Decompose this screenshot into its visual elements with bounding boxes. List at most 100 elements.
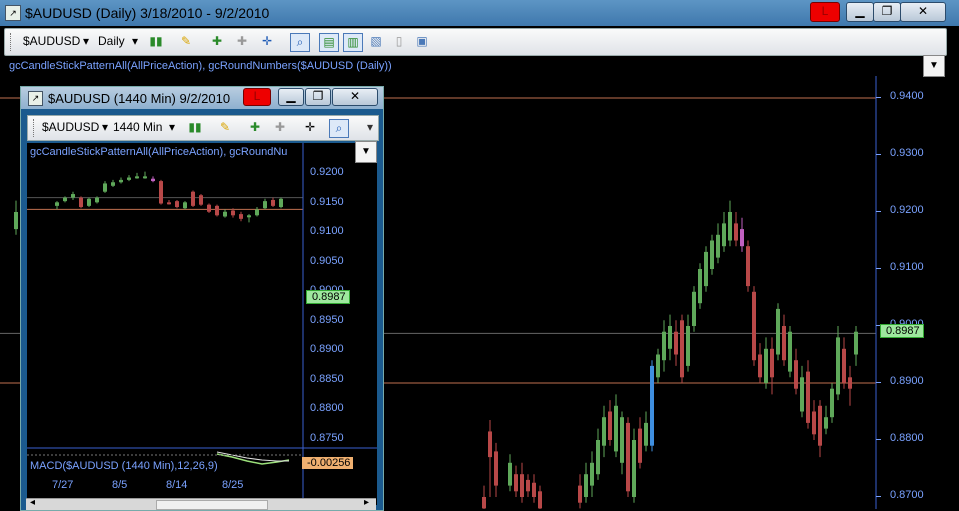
candle-body bbox=[488, 431, 492, 458]
child-candle-body bbox=[119, 179, 123, 183]
candle-body bbox=[800, 377, 804, 412]
child-candle-body bbox=[215, 205, 219, 216]
candle-body bbox=[644, 422, 648, 446]
child-price-axis-label: 0.8900 bbox=[310, 343, 344, 355]
price-axis-tick bbox=[876, 97, 881, 98]
candle-body bbox=[830, 388, 834, 418]
child-candle-body bbox=[79, 197, 83, 208]
interval-dropdown-icon[interactable]: ▾ bbox=[132, 34, 138, 48]
child-candle-body bbox=[247, 215, 251, 218]
line-style-icon[interactable]: ▧ bbox=[367, 33, 385, 50]
candle-body bbox=[656, 354, 660, 378]
child-toolbar-overflow-icon[interactable]: ▾ bbox=[361, 119, 379, 136]
candle-body bbox=[626, 422, 630, 492]
child-interval-selector[interactable]: 1440 Min bbox=[113, 120, 162, 134]
child-flag-button[interactable]: L bbox=[243, 88, 271, 106]
candle-style-icon[interactable]: ▥ bbox=[343, 33, 363, 52]
close-button[interactable]: ✕ bbox=[900, 2, 946, 22]
candle-body bbox=[638, 428, 642, 463]
child-toolbar: $AUDUSD ▾ 1440 Min ▾ ▮▮ ✎ ✚ ✚ ✛ ⌕ ▾ bbox=[27, 115, 379, 141]
candle-body bbox=[608, 411, 612, 440]
candle-body bbox=[764, 348, 768, 383]
child-toolbar-grip[interactable] bbox=[33, 119, 36, 137]
crosshair-icon[interactable]: ✛ bbox=[258, 33, 276, 50]
child-price-axis-label: 0.8750 bbox=[310, 431, 344, 444]
candle-body bbox=[848, 377, 852, 389]
child-osc-label: MACD($AUDUSD (1440 Min),12,26,9) bbox=[30, 460, 218, 472]
candle-body bbox=[818, 405, 822, 446]
candle-body bbox=[752, 291, 756, 361]
child-close-button[interactable]: ✕ bbox=[332, 88, 378, 106]
child-candle-body bbox=[135, 176, 139, 179]
child-price-axis-label: 0.8950 bbox=[310, 313, 344, 326]
minimize-button[interactable]: ▁ bbox=[846, 2, 874, 22]
child-price-axis-label: 0.8850 bbox=[310, 372, 344, 385]
candle-body bbox=[788, 331, 792, 372]
child-candlestick-icon[interactable]: ▮▮ bbox=[186, 119, 204, 136]
flag-button[interactable]: L bbox=[810, 2, 840, 22]
child-chart-icon: ↗ bbox=[28, 91, 43, 106]
child-minimize-button[interactable]: ▁ bbox=[278, 88, 304, 106]
candle-body bbox=[632, 440, 636, 497]
last-price-badge: 0.8987 bbox=[880, 324, 924, 338]
child-interval-dropdown-icon[interactable]: ▾ bbox=[169, 120, 175, 134]
price-axis-label: 0.8800 bbox=[890, 432, 924, 444]
child-candle-body bbox=[167, 202, 171, 205]
child-candle-body bbox=[239, 214, 243, 219]
child-symbol-dropdown-icon[interactable]: ▾ bbox=[102, 120, 108, 134]
app-chart-icon: ↗ bbox=[5, 5, 21, 21]
candle-body bbox=[650, 365, 654, 446]
restore-button[interactable]: ❐ bbox=[873, 2, 901, 22]
price-axis-tick bbox=[876, 382, 881, 383]
child-symbol-selector[interactable]: $AUDUSD bbox=[42, 120, 99, 134]
candle-body bbox=[526, 479, 530, 492]
main-chart-menu-button[interactable]: ▼ bbox=[923, 55, 945, 77]
drawing-pencil-icon[interactable]: ✎ bbox=[177, 33, 195, 50]
child-restore-button[interactable]: ❐ bbox=[305, 88, 331, 106]
child-add-study-icon[interactable]: ✚ bbox=[246, 119, 264, 136]
child-window-title: $AUDUSD (1440 Min) 9/2/2010 bbox=[48, 91, 231, 106]
scroll-left-icon[interactable]: ◂ bbox=[30, 497, 35, 508]
child-candle-body bbox=[151, 178, 155, 182]
remove-study-icon[interactable]: ✚ bbox=[233, 33, 251, 50]
child-candle-body bbox=[223, 211, 227, 217]
bar-style-icon[interactable]: ▤ bbox=[319, 33, 339, 52]
candle-body bbox=[734, 223, 738, 241]
toolbar-grip[interactable] bbox=[10, 33, 13, 51]
price-axis-label: 0.9400 bbox=[890, 90, 924, 102]
window-layout-icon[interactable]: ▣ bbox=[413, 33, 431, 50]
price-axis-label: 0.9300 bbox=[890, 147, 924, 159]
candle-body bbox=[770, 348, 774, 378]
child-last-price-badge: 0.8987 bbox=[306, 290, 350, 304]
child-remove-study-icon[interactable]: ✚ bbox=[271, 119, 289, 136]
child-date-axis-label: 7/27 bbox=[52, 479, 74, 491]
candle-body bbox=[494, 451, 498, 486]
interval-selector[interactable]: Daily bbox=[98, 34, 125, 48]
candle-body bbox=[686, 326, 690, 366]
scroll-right-icon[interactable]: ▸ bbox=[364, 497, 369, 508]
child-chart-menu-button[interactable]: ▼ bbox=[355, 141, 377, 163]
main-toolbar: $AUDUSD ▾ Daily ▾ ▮▮ ✎ ✚ ✚ ✛ ⌕ ▤ ▥ ▧ ▯ ▣ bbox=[4, 28, 947, 56]
child-candle-body bbox=[263, 201, 267, 209]
candle-body bbox=[740, 229, 744, 247]
candle-body bbox=[668, 326, 672, 349]
child-candle-body bbox=[175, 201, 179, 208]
child-horizontal-scrollbar[interactable]: ◂ ▸ bbox=[26, 497, 376, 510]
candle-body bbox=[514, 474, 518, 492]
candlestick-icon[interactable]: ▮▮ bbox=[147, 33, 165, 50]
symbol-dropdown-icon[interactable]: ▾ bbox=[83, 34, 89, 48]
zoom-icon[interactable]: ⌕ bbox=[290, 33, 310, 52]
child-titlebar[interactable]: ↗ $AUDUSD (1440 Min) 9/2/2010 L ▁ ❐ ✕ bbox=[21, 87, 383, 109]
page-icon[interactable]: ▯ bbox=[390, 33, 408, 50]
child-zoom-icon[interactable]: ⌕ bbox=[329, 119, 349, 138]
candle-body bbox=[704, 251, 708, 287]
child-candle-body bbox=[279, 198, 283, 208]
child-crosshair-icon[interactable]: ✛ bbox=[301, 119, 319, 136]
symbol-selector[interactable]: $AUDUSD bbox=[23, 34, 80, 48]
candle-body bbox=[710, 240, 714, 269]
child-drawing-pencil-icon[interactable]: ✎ bbox=[216, 119, 234, 136]
candle-body bbox=[692, 291, 696, 326]
child-candle-body bbox=[231, 210, 235, 216]
main-titlebar[interactable]: ↗ $AUDUSD (Daily) 3/18/2010 - 9/2/2010 L… bbox=[0, 0, 959, 26]
add-study-icon[interactable]: ✚ bbox=[208, 33, 226, 50]
